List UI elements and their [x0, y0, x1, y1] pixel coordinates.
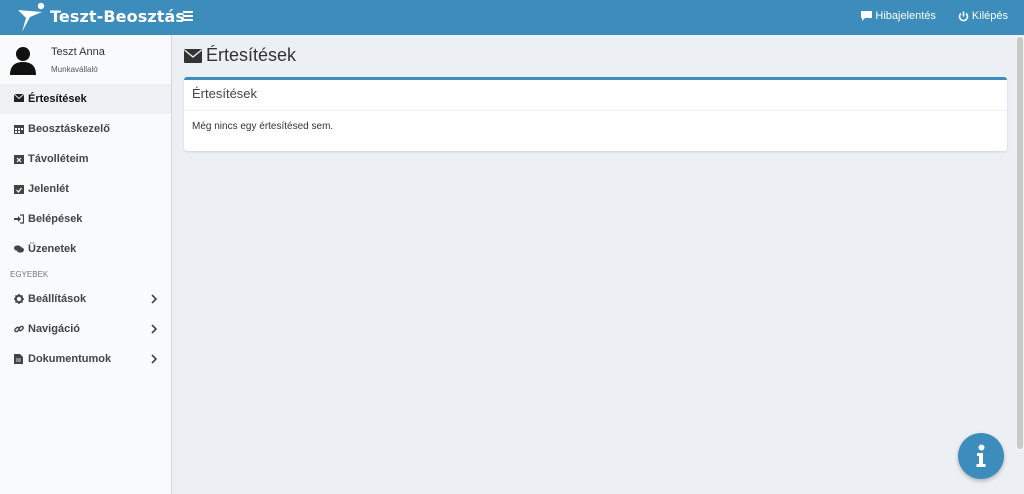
sidebar-item-label: Üzenetek — [28, 243, 77, 255]
sidebar-item-notifications[interactable]: Értesítések — [0, 84, 171, 114]
user-name: Teszt Anna — [51, 46, 105, 58]
notifications-box: Értesítések Még nincs egy értesítésed se… — [184, 77, 1007, 151]
sidebar-item-label: Értesítések — [28, 93, 87, 105]
file-icon — [14, 354, 24, 364]
bug-report-label: Hibajelentés — [875, 10, 936, 22]
scrollbar-thumb[interactable] — [1017, 37, 1023, 449]
sidebar-item-documents[interactable]: Dokumentumok — [0, 344, 171, 374]
chevron-right-icon — [151, 294, 157, 304]
calendar-x-icon — [14, 154, 24, 164]
link-icon — [14, 324, 24, 334]
calendar-check-icon — [14, 184, 24, 194]
empty-message: Még nincs egy értesítésed sem. — [192, 121, 334, 132]
sidebar-item-label: Jelenlét — [28, 183, 69, 195]
sidebar-item-messages[interactable]: Üzenetek — [0, 234, 171, 264]
sidebar-item-navigation[interactable]: Navigáció — [0, 314, 171, 344]
user-panel: Teszt Anna Munkavállaló — [0, 35, 171, 81]
logout-button[interactable]: Kilépés — [958, 10, 1008, 22]
scrollbar[interactable] — [1016, 35, 1024, 452]
user-role: Munkavállaló — [51, 65, 98, 74]
bug-report-button[interactable]: Hibajelentés — [861, 10, 936, 22]
calendar-icon — [14, 124, 24, 134]
sidebar-item-absences[interactable]: Távolléteim — [0, 144, 171, 174]
gear-icon — [14, 294, 24, 304]
sidebar-item-label: Távolléteim — [28, 153, 89, 165]
chevron-right-icon — [151, 324, 157, 334]
sidebar-section-label: EGYEBEK — [10, 270, 49, 279]
sidebar-item-label: Beállítások — [28, 293, 87, 305]
comments-icon — [14, 244, 24, 254]
top-navbar: Teszt-Beosztás Hibajelentés Kilépés — [0, 0, 1024, 35]
brand-title[interactable]: Teszt-Beosztás — [50, 7, 185, 26]
sidebar-item-schedule-manager[interactable]: Beosztáskezelő — [0, 114, 171, 144]
envelope-icon — [184, 48, 202, 63]
sidebar-item-settings[interactable]: Beállítások — [0, 284, 171, 314]
sidebar: Teszt Anna Munkavállaló Értesítések Beos… — [0, 35, 172, 494]
sidebar-item-label: Dokumentumok — [28, 353, 112, 365]
menu-toggle-icon[interactable] — [183, 11, 193, 23]
info-icon — [976, 444, 986, 467]
envelope-icon — [14, 94, 24, 104]
sidebar-item-logins[interactable]: Belépések — [0, 204, 171, 234]
sidebar-item-label: Belépések — [28, 213, 83, 225]
sign-in-icon — [14, 214, 24, 224]
logout-label: Kilépés — [971, 10, 1008, 22]
comment-icon — [861, 11, 873, 21]
power-icon — [958, 11, 969, 21]
info-button[interactable] — [958, 433, 1004, 479]
sidebar-item-label: Navigáció — [28, 323, 80, 335]
page-title: Értesítések — [184, 45, 296, 66]
box-title: Értesítések — [184, 80, 1007, 111]
logo-icon[interactable] — [16, 1, 46, 33]
sidebar-item-label: Beosztáskezelő — [28, 123, 110, 135]
sidebar-item-attendance[interactable]: Jelenlét — [0, 174, 171, 204]
avatar — [10, 47, 36, 75]
chevron-right-icon — [151, 354, 157, 364]
page-title-text: Értesítések — [206, 45, 297, 65]
sidebar-menu: Értesítések Beosztáskezelő Távolléteim J… — [0, 84, 171, 374]
